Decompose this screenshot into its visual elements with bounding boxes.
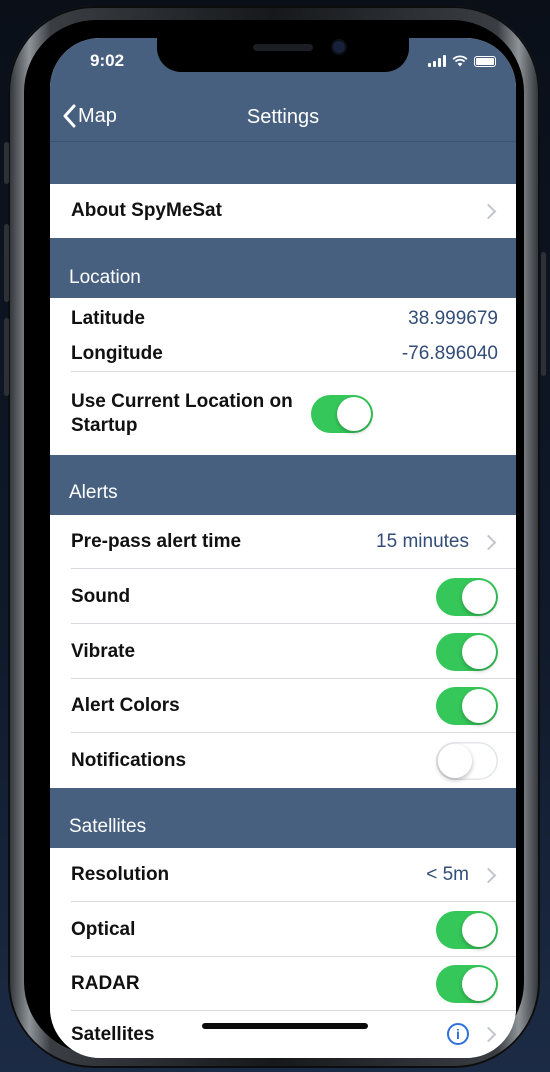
prepass-alert-label: Pre-pass alert time	[71, 531, 242, 552]
use-current-location-label: Use Current Location on Startup	[71, 390, 293, 436]
prepass-alert-row[interactable]: Pre-pass alert time 15 minutes	[50, 515, 516, 569]
signal-icon	[428, 55, 446, 67]
location-header-label: Location	[69, 267, 141, 288]
section-header-satellites: Satellites	[50, 788, 516, 848]
section-header-alerts: Alerts	[50, 455, 516, 515]
sound-label: Sound	[71, 585, 131, 607]
chevron-right-icon	[480, 867, 497, 883]
vibrate-row: Vibrate	[50, 624, 516, 679]
prepass-alert-value: 15 minutes	[376, 531, 469, 552]
radar-toggle[interactable]	[436, 965, 498, 1003]
notifications-toggle[interactable]	[436, 741, 498, 780]
section-header-location: Location	[50, 238, 516, 298]
longitude-label: Longitude	[71, 342, 163, 364]
background: 9:02 Map Settings About SpyMeSat Locatio…	[0, 0, 550, 1072]
radar-row: RADAR	[50, 957, 516, 1011]
optical-row: Optical	[50, 902, 516, 957]
page-title: Settings	[246, 106, 320, 128]
use-current-location-row: Use Current Location on Startup	[50, 372, 516, 455]
about-label: About SpyMeSat	[71, 200, 222, 221]
front-camera	[333, 41, 345, 53]
home-indicator	[202, 1023, 368, 1029]
about-row[interactable]: About SpyMeSat	[50, 184, 516, 238]
sound-toggle[interactable]	[436, 577, 498, 616]
longitude-row: Longitude -76.896040	[50, 335, 516, 372]
wifi-icon	[452, 55, 468, 67]
resolution-value: < 5m	[426, 864, 469, 885]
alert-colors-toggle[interactable]	[436, 687, 498, 725]
use-current-location-toggle[interactable]	[311, 394, 373, 433]
vibrate-toggle[interactable]	[436, 632, 498, 671]
alert-colors-row: Alert Colors	[50, 679, 516, 733]
speaker	[253, 44, 313, 51]
satellites-row[interactable]: Satellites i	[50, 1011, 516, 1058]
notifications-label: Notifications	[71, 749, 187, 771]
latitude-value: 38.999679	[408, 307, 498, 329]
navigation-bar: Map Settings	[50, 96, 516, 142]
chevron-right-icon	[480, 203, 497, 219]
screen: 9:02 Map Settings About SpyMeSat Locatio…	[50, 38, 516, 1058]
status-icons	[428, 55, 496, 67]
mute-switch	[4, 142, 9, 184]
info-icon[interactable]: i	[447, 1023, 469, 1045]
sound-row: Sound	[50, 569, 516, 624]
status-time: 9:02	[90, 51, 125, 70]
chevron-right-icon	[480, 534, 497, 550]
chevron-right-icon	[480, 1026, 497, 1043]
notifications-row: Notifications	[50, 733, 516, 788]
notch	[157, 38, 409, 72]
latitude-row: Latitude 38.999679	[50, 298, 516, 335]
resolution-row[interactable]: Resolution < 5m	[50, 848, 516, 902]
optical-toggle[interactable]	[436, 910, 498, 949]
volume-up-button	[4, 224, 9, 302]
alert-colors-label: Alert Colors	[71, 695, 180, 716]
resolution-label: Resolution	[71, 864, 170, 885]
settings-list: About SpyMeSat Location Latitude 38.9996…	[50, 142, 516, 1058]
power-button	[541, 252, 546, 376]
alerts-header-label: Alerts	[69, 482, 118, 503]
latitude-label: Latitude	[71, 307, 145, 329]
longitude-value: -76.896040	[401, 342, 498, 364]
optical-label: Optical	[71, 918, 136, 940]
volume-down-button	[4, 318, 9, 396]
top-spacer	[50, 142, 516, 184]
battery-icon	[474, 56, 496, 67]
vibrate-label: Vibrate	[71, 640, 136, 662]
radar-label: RADAR	[71, 973, 140, 994]
satellites-header-label: Satellites	[69, 816, 147, 837]
